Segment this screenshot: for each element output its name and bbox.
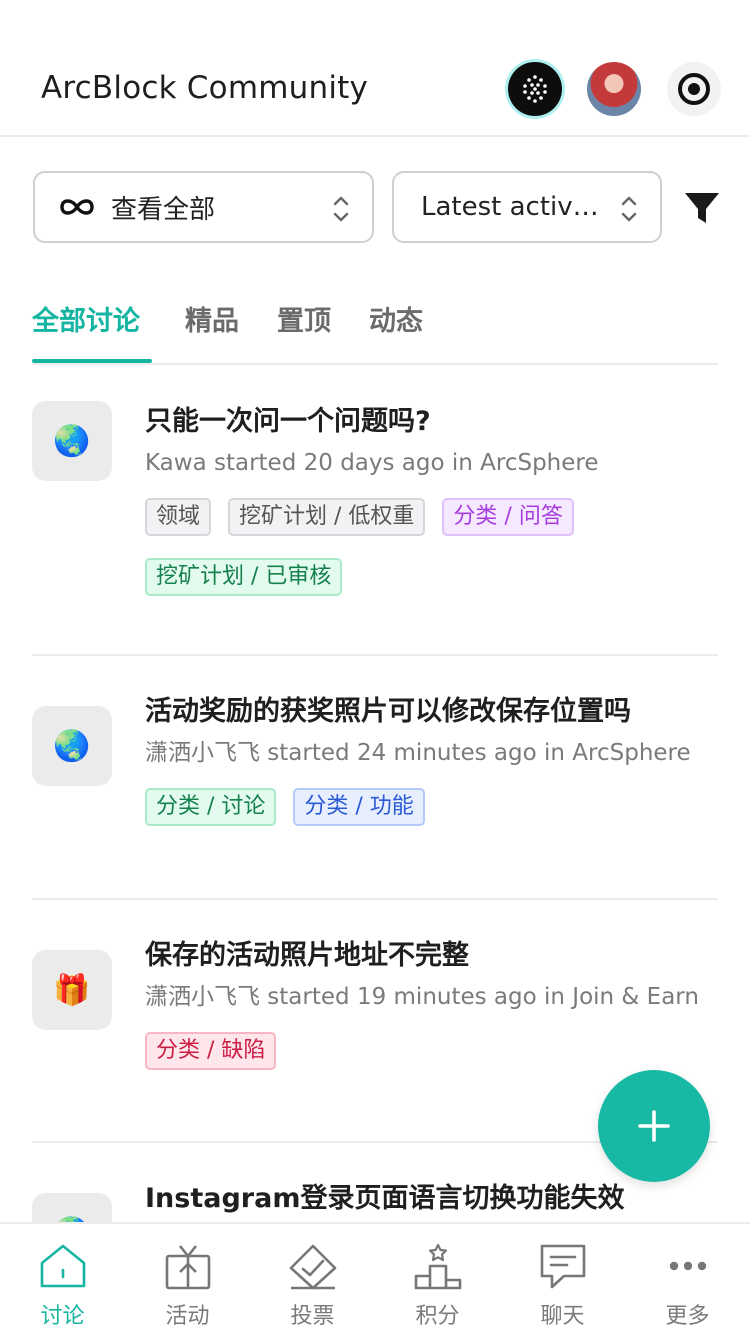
globe-icon: 🌏 [32, 706, 112, 786]
nav-label: 投票 [290, 1304, 335, 1329]
more-icon [669, 1261, 707, 1271]
tab-all-discussions[interactable]: 全部讨论 [32, 299, 140, 338]
sort-select-value: Latest activity [421, 192, 601, 222]
post-tags: 领域 挖矿计划 / 低权重 分类 / 问答 挖矿计划 / 已审核 [145, 498, 718, 596]
user-avatar[interactable] [587, 62, 641, 116]
active-tab-indicator [32, 359, 152, 363]
nav-events[interactable]: 活动 [125, 1224, 250, 1334]
app-header: ArcBlock Community [0, 0, 750, 137]
vote-icon [289, 1244, 337, 1290]
post-meta: 潇洒小飞飞 started 24 minutes ago in ArcSpher… [145, 740, 691, 766]
nav-discussions[interactable]: 讨论 [0, 1224, 125, 1334]
nav-label: 讨论 [40, 1304, 85, 1329]
discussion-tabs: 全部讨论 精品 置顶 动态 [32, 292, 718, 365]
app-title: ArcBlock Community [41, 70, 369, 106]
nav-label: 积分 [415, 1304, 460, 1329]
post-title[interactable]: 只能一次问一个问题吗? [145, 404, 718, 440]
home-icon [40, 1244, 86, 1288]
post-title[interactable]: 保存的活动照片地址不完整 [145, 938, 718, 974]
post-title[interactable]: Instagram登录页面语言切换功能失效 [145, 1181, 718, 1217]
tag[interactable]: 挖矿计划 / 低权重 [228, 498, 426, 536]
post-meta: 潇洒小飞飞 started 19 minutes ago in Join & E… [145, 984, 699, 1010]
filter-icon[interactable] [684, 190, 720, 226]
tab-featured[interactable]: 精品 [185, 299, 239, 338]
divider [32, 654, 718, 656]
tag[interactable]: 分类 / 缺陷 [145, 1032, 277, 1070]
tag[interactable]: 领域 [145, 498, 212, 536]
nav-label: 活动 [165, 1304, 210, 1329]
scope-select-value: 查看全部 [111, 194, 216, 225]
plus-icon [638, 1110, 670, 1142]
globe-icon: 🌏 [32, 401, 112, 481]
record-icon[interactable] [667, 62, 721, 116]
gift-icon [165, 1245, 211, 1290]
post-tags: 分类 / 讨论 分类 / 功能 [145, 788, 718, 826]
gift-emoji-icon: 🎁 [32, 950, 112, 1030]
chevron-updown-icon [333, 196, 349, 222]
infinity-icon [60, 199, 94, 215]
sort-select[interactable]: Latest activity [392, 171, 662, 243]
tag[interactable]: 分类 / 讨论 [145, 788, 277, 826]
blocklet-logo-icon[interactable] [508, 62, 562, 116]
post-title[interactable]: 活动奖励的获奖照片可以修改保存位置吗 [145, 694, 718, 730]
post-tags: 分类 / 缺陷 [145, 1032, 718, 1070]
nav-points[interactable]: 积分 [375, 1224, 500, 1334]
podium-icon [414, 1243, 462, 1290]
tag[interactable]: 分类 / 问答 [442, 498, 574, 536]
chevron-updown-icon [621, 196, 637, 222]
nav-more[interactable]: 更多 [625, 1224, 750, 1334]
scope-select[interactable]: 查看全部 [33, 171, 374, 243]
tag[interactable]: 分类 / 功能 [293, 788, 425, 826]
tab-pinned[interactable]: 置顶 [277, 299, 331, 338]
nav-label: 聊天 [540, 1304, 585, 1329]
tab-activity[interactable]: 动态 [369, 299, 423, 338]
tag[interactable]: 挖矿计划 / 已审核 [145, 558, 343, 596]
chat-icon [540, 1244, 586, 1289]
nav-vote[interactable]: 投票 [250, 1224, 375, 1334]
bottom-navigation: 讨论 活动 投票 积分 聊天 更多 [0, 1222, 750, 1334]
post-meta: Kawa started 20 days ago in ArcSphere [145, 450, 599, 476]
nav-label: 更多 [665, 1304, 710, 1329]
nav-chat[interactable]: 聊天 [500, 1224, 625, 1334]
divider [32, 898, 718, 900]
new-post-button[interactable] [598, 1070, 710, 1182]
